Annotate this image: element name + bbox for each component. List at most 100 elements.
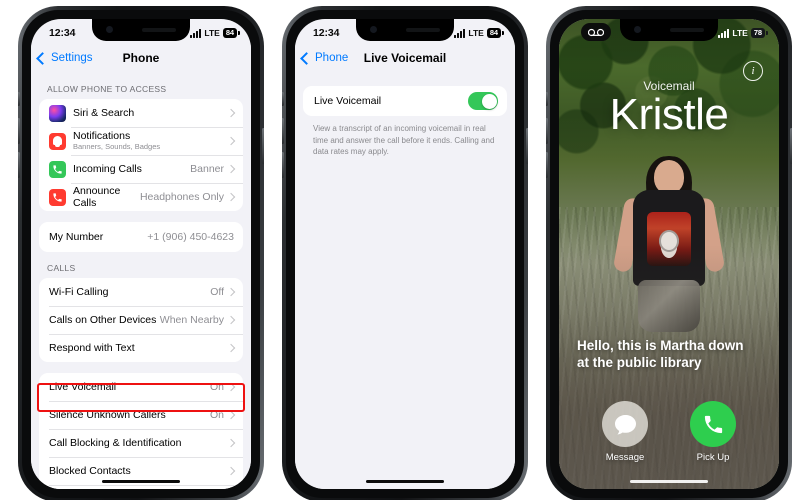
chevron-right-icon	[226, 287, 236, 297]
live-transcript-text: Hello, this is Martha down at the public…	[577, 338, 744, 371]
settings-list[interactable]: ALLOW PHONE TO ACCESS Siri & Search Noti…	[31, 73, 251, 489]
settings-group-allow-access: Siri & Search Notifications Banners, Sou…	[39, 99, 243, 211]
row-respond-with-text[interactable]: Respond with Text	[39, 334, 243, 362]
row-value: When Nearby	[159, 314, 224, 326]
call-actions: Message Pick Up	[559, 401, 779, 463]
volume-up-button[interactable]	[282, 118, 284, 144]
notifications-icon	[49, 132, 66, 150]
phone-handset-icon	[690, 401, 736, 447]
battery-badge: 84	[486, 27, 504, 39]
row-live-voicemail-toggle[interactable]: Live Voicemail	[303, 86, 507, 116]
mute-switch[interactable]	[546, 92, 548, 106]
row-label: Live Voicemail	[314, 94, 382, 107]
section-header-calls: CALLS	[47, 263, 76, 273]
cellular-signal-icon	[190, 28, 202, 38]
row-label: Live Voicemail	[49, 380, 117, 393]
row-value: Off	[210, 286, 224, 298]
home-indicator[interactable]	[366, 479, 444, 483]
chevron-right-icon	[226, 343, 236, 353]
row-notifications[interactable]: Notifications Banners, Sounds, Badges	[39, 127, 243, 155]
phone-live-voicemail-detail: 12:34 LTE 84 Phone Live Voicemail Live V…	[282, 6, 528, 500]
home-indicator[interactable]	[630, 479, 708, 483]
battery-badge: 78	[750, 27, 768, 39]
volume-up-button[interactable]	[18, 118, 20, 144]
row-label: Incoming Calls	[73, 162, 142, 175]
row-siri-and-search[interactable]: Siri & Search	[39, 99, 243, 127]
mute-switch[interactable]	[18, 92, 20, 106]
mute-switch[interactable]	[282, 92, 284, 106]
volume-down-button[interactable]	[18, 152, 20, 178]
row-label: Siri & Search	[73, 106, 135, 119]
volume-up-button[interactable]	[546, 118, 548, 144]
phone-bezel: 12:34 LTE 84 Phone Live Voicemail Live V…	[286, 10, 524, 498]
row-silence-unknown-callers[interactable]: Silence Unknown Callers On	[39, 401, 243, 429]
network-type-label: LTE	[204, 28, 220, 38]
row-announce-calls[interactable]: Announce Calls Headphones Only	[39, 183, 243, 211]
row-value: On	[209, 409, 224, 421]
row-sms-call-reporting[interactable]: SMS/Call Reporting	[39, 485, 243, 489]
pick-up-action-label: Pick Up	[696, 452, 730, 463]
status-time: 12:34	[49, 27, 76, 39]
row-label: Wi-Fi Calling	[49, 285, 109, 298]
person-head	[654, 160, 684, 194]
row-value: +1 (906) 450-4623	[147, 231, 234, 243]
phone-live-voicemail-call: LTE 78 i Voicemail Kristle Hello, this i…	[546, 6, 792, 500]
dynamic-island-voicemail-pill[interactable]	[581, 23, 611, 41]
chevron-right-icon	[226, 108, 236, 118]
row-call-blocking-identification[interactable]: Call Blocking & Identification	[39, 429, 243, 457]
network-type-label: LTE	[468, 28, 484, 38]
network-type-label: LTE	[732, 28, 748, 38]
back-button-label: Settings	[51, 52, 93, 64]
caller-name: Kristle	[609, 90, 729, 139]
row-label: My Number	[49, 230, 104, 243]
front-camera-icon	[370, 26, 377, 33]
power-button[interactable]	[790, 128, 792, 164]
cellular-signal-icon	[454, 28, 466, 38]
home-indicator[interactable]	[102, 479, 180, 483]
chevron-right-icon	[226, 136, 236, 146]
live-voicemail-footnote: View a transcript of an incoming voicema…	[313, 124, 495, 157]
settings-group-voicemail-blocking: Live Voicemail On Silence Unknown Caller…	[39, 373, 243, 489]
power-button[interactable]	[262, 128, 264, 164]
notch	[356, 19, 454, 41]
row-label: Silence Unknown Callers	[49, 408, 166, 421]
live-voicemail-toggle[interactable]	[468, 92, 498, 110]
volume-down-button[interactable]	[546, 152, 548, 178]
earpiece-speaker	[670, 28, 704, 32]
cellular-signal-icon	[718, 28, 730, 38]
power-button[interactable]	[526, 128, 528, 164]
announce-calls-icon	[49, 188, 66, 206]
earpiece-speaker	[406, 28, 440, 32]
row-calls-on-other-devices[interactable]: Calls on Other Devices When Nearby	[39, 306, 243, 334]
message-action[interactable]: Message	[602, 401, 648, 463]
navigation-bar: Phone Live Voicemail	[295, 43, 515, 73]
chevron-left-icon	[36, 51, 49, 65]
back-button[interactable]: Phone	[295, 51, 348, 65]
front-camera-icon	[106, 26, 113, 33]
earpiece-speaker	[142, 28, 176, 32]
back-button[interactable]: Settings	[31, 51, 93, 65]
row-incoming-calls[interactable]: Incoming Calls Banner	[39, 155, 243, 183]
row-live-voicemail[interactable]: Live Voicemail On	[39, 373, 243, 401]
incoming-calls-icon	[49, 160, 66, 178]
voicemail-call-screen: LTE 78 i Voicemail Kristle Hello, this i…	[559, 19, 779, 489]
phone-screen: 12:34 LTE 84 Settings Phone ALLOW PHONE …	[31, 19, 251, 489]
row-label: Calls on Other Devices	[49, 313, 157, 326]
siri-icon	[49, 104, 66, 122]
row-label: Announce Calls	[73, 184, 121, 209]
pick-up-action[interactable]: Pick Up	[690, 401, 736, 463]
info-button[interactable]: i	[743, 61, 763, 81]
row-label: Call Blocking & Identification	[49, 436, 182, 449]
status-indicators: LTE 84	[190, 27, 240, 39]
row-value: Headphones Only	[139, 191, 224, 203]
row-my-number[interactable]: My Number +1 (906) 450-4623	[39, 222, 243, 252]
row-subtitle: Banners, Sounds, Badges	[73, 142, 161, 152]
message-action-label: Message	[605, 452, 645, 463]
row-wifi-calling[interactable]: Wi-Fi Calling Off	[39, 278, 243, 306]
chevron-right-icon	[226, 438, 236, 448]
phone-bezel: 12:34 LTE 84 Settings Phone ALLOW PHONE …	[22, 10, 260, 498]
phone-screen: 12:34 LTE 84 Phone Live Voicemail Live V…	[295, 19, 515, 489]
phone-settings-phone: 12:34 LTE 84 Settings Phone ALLOW PHONE …	[18, 6, 264, 500]
volume-down-button[interactable]	[282, 152, 284, 178]
